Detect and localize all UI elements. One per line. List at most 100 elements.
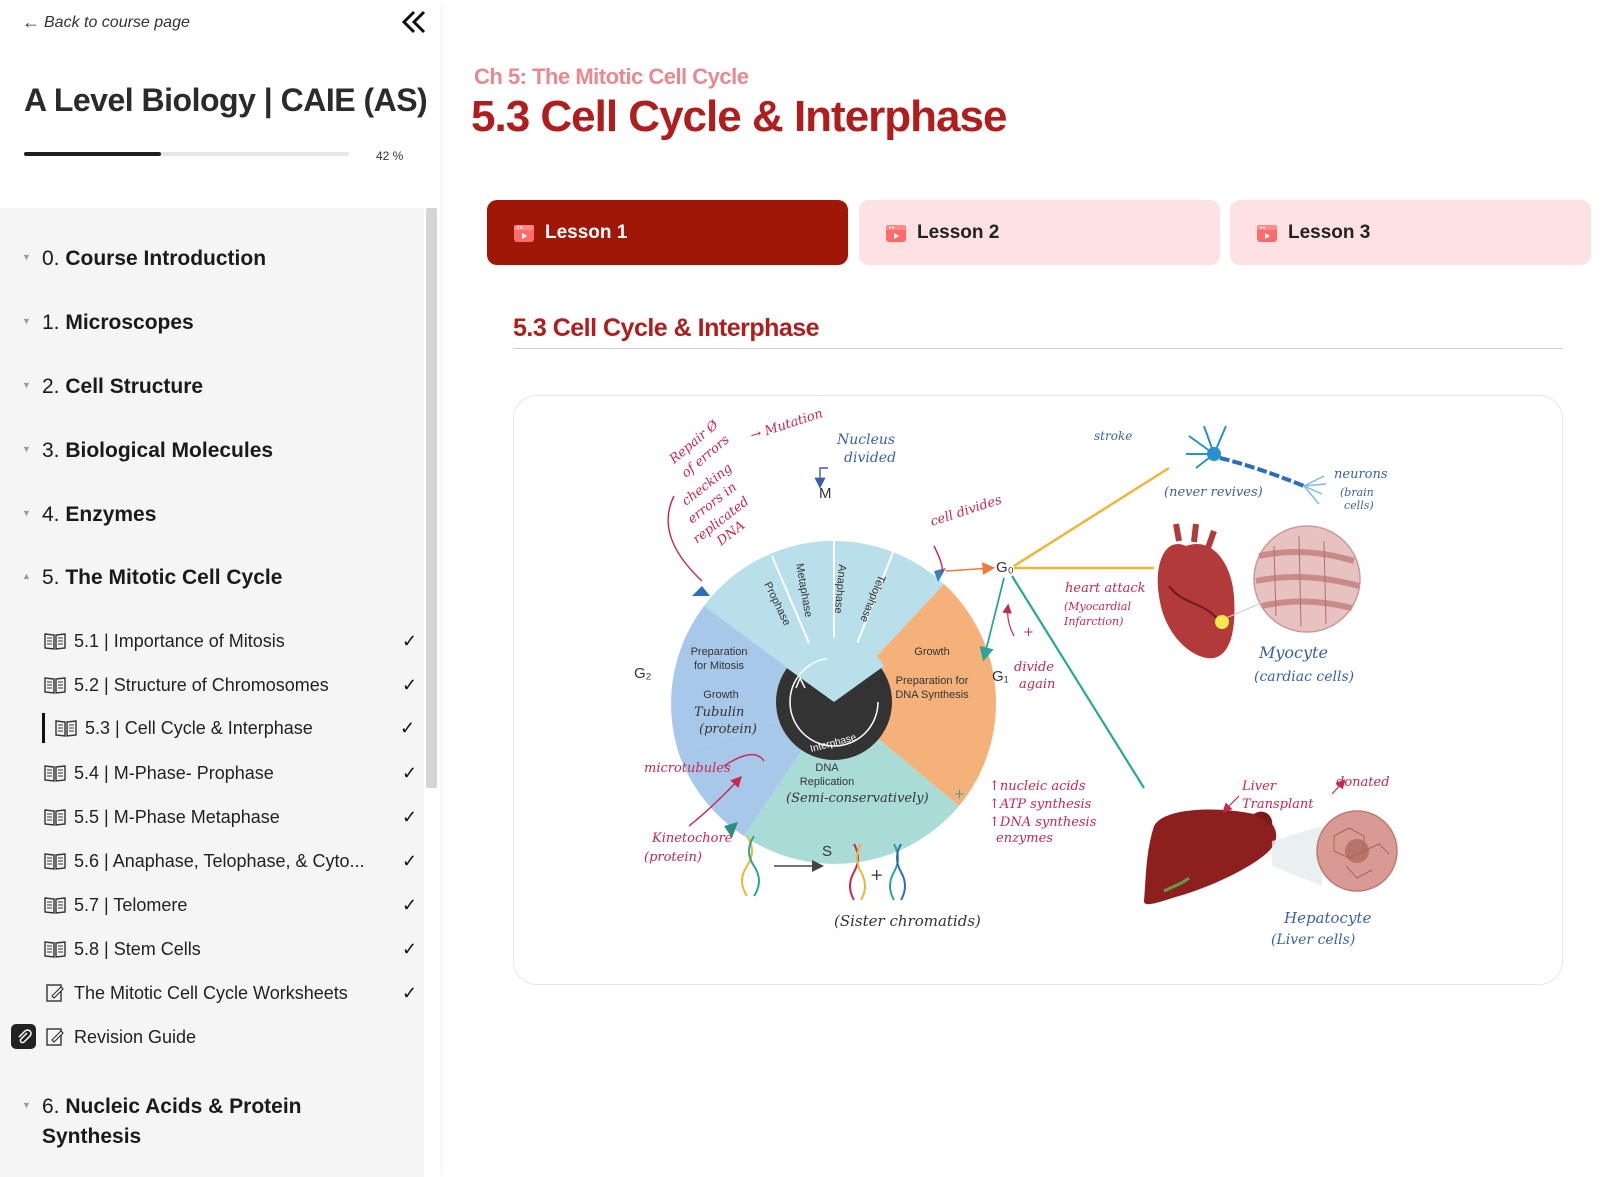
chapter-item-1[interactable]: ▼ 1. Microscopes	[22, 308, 194, 338]
tab-lesson-1[interactable]: Lesson 1	[487, 200, 848, 265]
chapter-item-4[interactable]: ▼ 4. Enzymes	[22, 500, 156, 530]
collapse-sidebar-button[interactable]	[398, 4, 430, 40]
semi-conservatively-note: (Semi-conservatively)	[786, 791, 929, 806]
sidebar-scrollbar[interactable]	[426, 208, 437, 788]
back-link-label: Back to course page	[44, 13, 190, 31]
video-lesson-icon	[1257, 224, 1277, 242]
tab-lesson-2[interactable]: Lesson 2	[859, 200, 1220, 265]
hepatocyte-illustration	[1272, 810, 1398, 892]
checkmark-icon: ✓	[402, 674, 418, 695]
lesson-item-5-8[interactable]: 5.8 | Stem Cells ✓	[44, 934, 422, 964]
lesson-item-5-4[interactable]: 5.4 | M-Phase- Prophase ✓	[44, 758, 422, 788]
g1-phase-label: G₁	[992, 668, 1009, 685]
s-phase-label: S	[822, 843, 832, 860]
checkmark-icon: ✓	[402, 630, 418, 651]
stroke-note: stroke	[1094, 429, 1132, 443]
book-icon	[44, 677, 66, 694]
checkmark-icon: ✓	[402, 850, 418, 871]
course-progress-fill	[24, 152, 161, 156]
tab-lesson-3[interactable]: Lesson 3	[1230, 200, 1591, 265]
cardiac-cells-illustration	[1225, 525, 1361, 633]
microtubules-note: microtubules	[644, 761, 731, 776]
lesson-item-5-2[interactable]: 5.2 | Structure of Chromosomes ✓	[44, 670, 422, 700]
checkmark-icon: ✓	[402, 938, 418, 959]
lesson-item-5-5[interactable]: 5.5 | M-Phase Metaphase ✓	[44, 802, 422, 832]
chapter-item-6[interactable]: ▼ 6. Nucleic Acids & Protein Synthesis	[22, 1092, 301, 1152]
liver-illustration	[1144, 809, 1277, 905]
course-progress-label: 42 %	[376, 149, 404, 163]
hepatocyte-note: Hepatocyte	[1283, 909, 1371, 927]
chapter-item-5[interactable]: ▲ 5. The Mitotic Cell Cycle	[22, 563, 282, 593]
book-icon	[44, 853, 66, 870]
caret-down-icon: ▼	[22, 508, 31, 518]
lesson-item-5-7[interactable]: 5.7 | Telomere ✓	[44, 890, 422, 920]
main-content: Ch 5: The Mitotic Cell Cycle 5.3 Cell Cy…	[440, 0, 1620, 1177]
mutation-note: → Mutation	[749, 406, 825, 444]
caret-up-icon: ▲	[22, 571, 31, 581]
g2-prep-label-2: for Mitosis	[694, 660, 745, 672]
course-progress-bar	[24, 152, 349, 156]
attachment-icon	[11, 1024, 36, 1049]
plus-sign: +	[870, 865, 883, 884]
book-icon	[44, 809, 66, 826]
chapter-name: Biological Molecules	[65, 439, 274, 462]
m-phase-label: M	[819, 485, 832, 502]
chapter-name: Enzymes	[65, 503, 157, 526]
infarction-note: Infarction)	[1063, 615, 1123, 628]
checkmark-icon: ✓	[402, 894, 418, 915]
lesson-item-revision-guide[interactable]: Revision Guide	[44, 1022, 422, 1052]
cell-cycle-diagram-card: Interphase Prophase Metaphase Anaphase T…	[513, 395, 1563, 985]
cell-cycle-wheel: Interphase	[671, 540, 997, 864]
nucleus-divided-note-2: divided	[844, 450, 896, 466]
chapter-number: 5.	[42, 566, 60, 589]
myocyte-note: Myocyte	[1258, 643, 1328, 662]
chapter-item-0[interactable]: ▼ 0. Course Introduction	[22, 244, 266, 274]
course-navigation: ▼ 0. Course Introduction ▼ 1. Microscope…	[0, 208, 424, 1177]
g2-prep-label: Preparation	[691, 646, 748, 658]
nucleus-divided-note: Nucleus	[836, 432, 895, 448]
enzymes-note: enzymes	[996, 831, 1053, 846]
lesson-label: 5.1 | Importance of Mitosis	[74, 630, 285, 651]
transplant-note: Transplant	[1242, 797, 1314, 812]
section-divider	[513, 348, 1563, 349]
back-to-course-link[interactable]: ← Back to course page	[22, 12, 190, 33]
chapter-name-cont: Synthesis	[42, 1125, 142, 1148]
lesson-item-5-6[interactable]: 5.6 | Anaphase, Telophase, & Cyto... ✓	[44, 846, 422, 876]
lesson-item-worksheets[interactable]: The Mitotic Cell Cycle Worksheets ✓	[44, 978, 422, 1008]
book-icon	[44, 633, 66, 650]
lesson-label: 5.4 | M-Phase- Prophase	[74, 762, 274, 783]
cell-divides-note: cell divides	[929, 493, 1004, 530]
sister-chromatids-note: (Sister chromatids)	[834, 912, 981, 930]
heart-attack-note: heart attack	[1065, 581, 1146, 596]
tab-label: Lesson 1	[545, 221, 628, 243]
tab-label: Lesson 2	[917, 221, 1000, 243]
chapter-number: 6.	[42, 1095, 60, 1118]
brain-cells-note: (brain	[1340, 486, 1374, 499]
heart-illustration	[1157, 523, 1235, 659]
g1-growth-label: Growth	[914, 646, 949, 658]
checkmark-icon: ✓	[402, 806, 418, 827]
book-icon	[55, 720, 77, 737]
tab-label: Lesson 3	[1288, 221, 1371, 243]
chapter-name: Microscopes	[65, 311, 194, 334]
myocardial-note: (Myocardial	[1064, 600, 1131, 613]
donated-note: donated	[1336, 775, 1390, 790]
chapter-breadcrumb: Ch 5: The Mitotic Cell Cycle	[474, 64, 749, 89]
sidebar: ← Back to course page A Level Biology | …	[0, 0, 440, 1177]
lesson-item-5-1[interactable]: 5.1 | Importance of Mitosis ✓	[44, 626, 422, 656]
chapter-item-2[interactable]: ▼ 2. Cell Structure	[22, 372, 203, 402]
chapter-name: The Mitotic Cell Cycle	[65, 566, 283, 589]
liver-note: Liver	[1241, 779, 1277, 794]
book-icon	[44, 765, 66, 782]
book-icon	[44, 897, 66, 914]
divide-again-note-2: again	[1019, 677, 1055, 692]
caret-down-icon: ▼	[22, 444, 31, 454]
chapter-item-3[interactable]: ▼ 3. Biological Molecules	[22, 436, 273, 466]
tubulin-protein-note: (protein)	[699, 722, 757, 737]
caret-down-icon: ▼	[22, 380, 31, 390]
lesson-item-5-3[interactable]: 5.3 | Cell Cycle & Interphase ✓	[42, 713, 420, 743]
atp-note: ↑ATP synthesis	[989, 797, 1092, 812]
chapter-number: 2.	[42, 375, 60, 398]
kinetochore-protein-note: (protein)	[644, 850, 702, 865]
chapter-name: Course Introduction	[65, 247, 267, 270]
